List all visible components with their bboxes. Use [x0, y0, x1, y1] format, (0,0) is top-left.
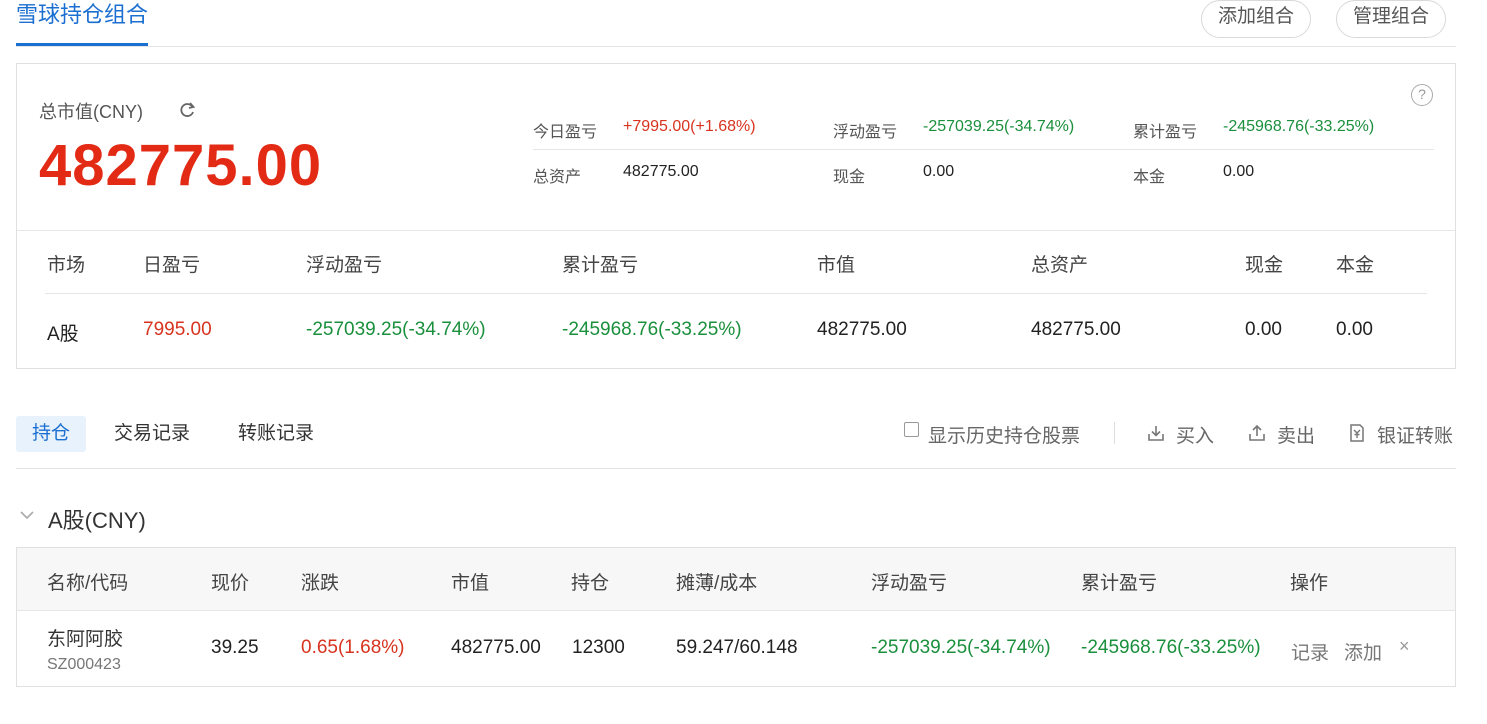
today-pl-value: +7995.00(+1.68%): [623, 118, 756, 135]
market-col-cum-pl: 累计盈亏: [562, 255, 639, 276]
market-cell-market-value: 482775.00: [817, 319, 907, 340]
col-name-code: 名称/代码: [47, 573, 129, 594]
market-cell-market: A股: [47, 324, 79, 345]
add-portfolio-button[interactable]: 添加组合: [1201, 0, 1312, 38]
cash-label: 现金: [833, 169, 866, 186]
cum-pl-label: 累计盈亏: [1133, 124, 1198, 141]
market-cell-float-pl: -257039.25(-34.74%): [306, 319, 486, 340]
sell-button[interactable]: 卖出: [1277, 421, 1315, 448]
stock-cum-pl: -245968.76(-33.25%): [1081, 637, 1261, 658]
remove-icon[interactable]: ×: [1399, 636, 1410, 657]
market-cell-cash: 0.00: [1245, 319, 1282, 340]
col-shares: 持仓: [571, 573, 610, 594]
holdings-table: 名称/代码 现价 涨跌 市值 持仓 摊薄/成本 浮动盈亏 累计盈亏 操作 东阿阿…: [16, 547, 1456, 687]
page-title: 雪球持仓组合: [16, 2, 149, 27]
table-header: 名称/代码 现价 涨跌 市值 持仓 摊薄/成本 浮动盈亏 累计盈亏 操作: [17, 548, 1455, 611]
principal-value: 0.00: [1223, 163, 1255, 180]
section-title: A股(CNY): [48, 508, 146, 533]
market-cell-daily-pl: 7995.00: [143, 319, 212, 340]
bank-transfer-button[interactable]: 银证转账: [1377, 421, 1453, 448]
principal-label: 本金: [1133, 169, 1166, 186]
market-col-principal: 本金: [1336, 255, 1375, 276]
market-table-divider: [45, 293, 1427, 294]
stock-name[interactable]: 东阿阿胶: [47, 624, 123, 651]
stock-price: 39.25: [211, 637, 259, 658]
market-col-cash: 现金: [1245, 255, 1284, 276]
stock-shares: 12300: [572, 637, 625, 658]
chevron-down-icon[interactable]: [18, 506, 36, 524]
title-divider: [16, 46, 1456, 47]
manage-portfolio-button[interactable]: 管理组合: [1336, 0, 1447, 38]
stock-market-value: 482775.00: [451, 637, 541, 658]
col-actions: 操作: [1290, 573, 1329, 594]
col-price: 现价: [211, 573, 250, 594]
stock-code: SZ000423: [47, 656, 121, 673]
market-col-total-assets: 总资产: [1031, 255, 1089, 276]
portfolio-title-tab[interactable]: 雪球持仓组合: [16, 0, 149, 46]
add-link[interactable]: 添加: [1344, 638, 1382, 665]
float-pl-value: -257039.25(-34.74%): [923, 118, 1075, 135]
market-col-market: 市场: [47, 255, 86, 276]
tab-trades[interactable]: 交易记录: [114, 416, 190, 452]
total-assets-value: 482775.00: [623, 163, 699, 180]
tab-holdings[interactable]: 持仓: [16, 416, 87, 452]
stock-cost: 59.247/60.148: [676, 637, 798, 658]
today-pl-label: 今日盈亏: [533, 124, 598, 141]
record-link[interactable]: 记录: [1291, 638, 1329, 665]
total-value: 482775.00: [39, 133, 323, 198]
cash-value: 0.00: [923, 163, 955, 180]
toolbar-separator: [1114, 422, 1115, 444]
buy-icon[interactable]: [1146, 423, 1166, 443]
sell-icon[interactable]: [1247, 423, 1267, 443]
summary-divider: [17, 230, 1455, 231]
tab-transfers[interactable]: 转账记录: [238, 416, 314, 452]
total-value-label: 总市值(CNY): [39, 102, 143, 122]
col-float-pl: 浮动盈亏: [871, 573, 948, 594]
col-change: 涨跌: [301, 573, 340, 594]
bank-transfer-icon[interactable]: [1347, 423, 1367, 443]
col-market-value: 市值: [451, 573, 490, 594]
market-cell-principal: 0.00: [1336, 319, 1373, 340]
market-cell-cum-pl: -245968.76(-33.25%): [562, 319, 742, 340]
stock-float-pl: -257039.25(-34.74%): [871, 637, 1051, 658]
cum-pl-value: -245968.76(-33.25%): [1223, 118, 1375, 135]
show-history-label[interactable]: 显示历史持仓股票: [928, 421, 1080, 448]
col-cum-pl: 累计盈亏: [1081, 573, 1158, 594]
refresh-icon[interactable]: [177, 100, 197, 120]
total-assets-label: 总资产: [533, 169, 582, 186]
float-pl-label: 浮动盈亏: [833, 124, 898, 141]
stock-change: 0.65(1.68%): [301, 637, 405, 658]
buy-button[interactable]: 买入: [1176, 421, 1214, 448]
portfolio-summary: 总市值(CNY) 482775.00 ? 今日盈亏 +7995.00(+1.68…: [16, 63, 1456, 369]
market-cell-total-assets: 482775.00: [1031, 319, 1121, 340]
tabs-divider: [16, 468, 1456, 469]
col-cost: 摊薄/成本: [676, 573, 758, 594]
market-col-market-value: 市值: [817, 255, 856, 276]
show-history-checkbox[interactable]: [904, 422, 919, 437]
metrics-divider: [533, 149, 1434, 150]
market-col-daily-pl: 日盈亏: [143, 255, 201, 276]
help-icon[interactable]: ?: [1411, 84, 1433, 106]
market-col-float-pl: 浮动盈亏: [306, 255, 383, 276]
